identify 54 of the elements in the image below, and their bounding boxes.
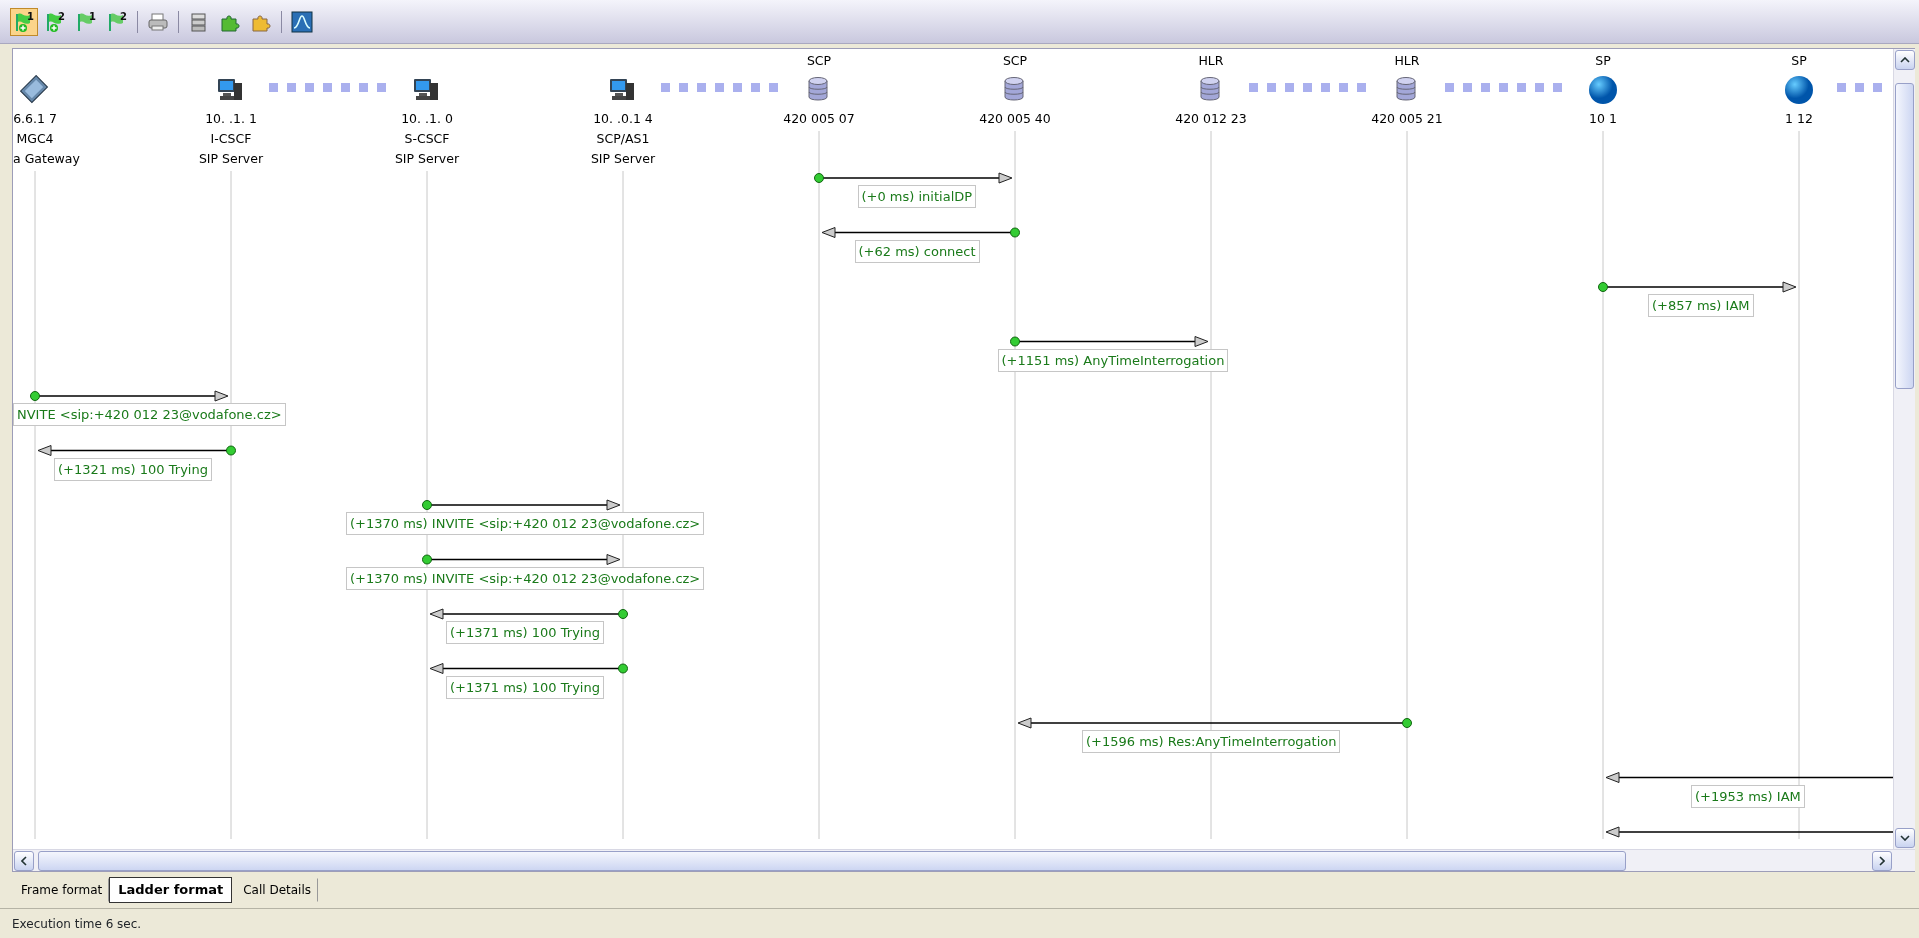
- node-name: MGC4: [16, 130, 54, 148]
- message-label: (+857 ms) IAM: [1648, 294, 1754, 317]
- message-label: (+1596 ms) Res:AnyTimeInterrogation: [1082, 730, 1341, 753]
- message-label: (+62 ms) connect: [854, 239, 980, 263]
- node-role: SIP Server: [590, 150, 656, 168]
- node-address: 420 012 23: [1175, 110, 1247, 128]
- message-label: (+1321 ms) 100 Trying: [54, 457, 212, 481]
- node-address: 10. .1. 0: [401, 110, 453, 128]
- node-address: 420 005 21: [1371, 110, 1443, 128]
- node-address: 6.6.1 7: [13, 110, 57, 128]
- message-label: (+1953 ms) IAM: [1691, 784, 1805, 808]
- status-text: Execution time 6 sec.: [12, 915, 142, 933]
- node-address: 420 005 07: [783, 110, 855, 128]
- node-role: SIP Server: [198, 150, 264, 168]
- scroll-up-button[interactable]: [1895, 50, 1915, 70]
- message-label: (+0 ms) initialDP: [857, 185, 977, 208]
- node-type-label: SCP: [1002, 52, 1028, 70]
- message-label: NVITE <sip:+420 012 23@vodafone.cz>: [13, 403, 286, 426]
- node-role: a Gateway: [13, 150, 80, 168]
- flag-button[interactable]: 1: [10, 7, 38, 36]
- chart-icon: [291, 10, 313, 33]
- view-tab[interactable]: Ladder format: [109, 877, 233, 903]
- node-type-label: SP: [1791, 52, 1807, 70]
- node-type-label: SCP: [806, 52, 832, 70]
- scroll-thumb[interactable]: [38, 850, 1626, 871]
- node-address: 10. .1. 1: [205, 110, 257, 128]
- scroll-down-button[interactable]: [1895, 828, 1915, 848]
- node-type-label: SP: [1595, 52, 1611, 70]
- vertical-scrollbar[interactable]: [1893, 49, 1915, 849]
- node-name: S-CSCF: [404, 130, 450, 148]
- scroll-left-button[interactable]: [14, 850, 34, 871]
- node-name: SCP/AS1: [596, 130, 650, 148]
- node-type-label: HLR: [1198, 52, 1224, 70]
- message-label: (+1151 ms) AnyTimeInterrogation: [997, 348, 1229, 372]
- printer-icon: [147, 10, 169, 33]
- node-role: SIP Server: [394, 150, 460, 168]
- message-label: (+1370 ms) INVITE <sip:+420 012 23@vodafone.cz>: [346, 512, 705, 535]
- view-tab[interactable]: Call Details: [236, 878, 319, 902]
- flag-button[interactable]: 2: [103, 7, 131, 36]
- node-type-label: HLR: [1394, 52, 1420, 70]
- scroll-right-button[interactable]: [1872, 850, 1892, 871]
- node-address: 1 12: [1785, 110, 1813, 128]
- message-label: (+1370 ms) INVITE <sip:+420 012 23@vodafone.cz>: [346, 566, 705, 590]
- node-name: I-CSCF: [210, 130, 252, 148]
- horizontal-scrollbar[interactable]: [13, 849, 1915, 871]
- message-label: (+1371 ms) 100 Trying: [446, 621, 604, 644]
- node-address: 10. .0.1 4: [593, 110, 653, 128]
- flag-button[interactable]: 2: [41, 7, 69, 36]
- node-address: 10 1: [1589, 110, 1617, 128]
- flag-button[interactable]: 1: [72, 7, 100, 36]
- node-address: 420 005 40: [979, 110, 1051, 128]
- message-label: (+1371 ms) 100 Trying: [446, 675, 604, 699]
- scroll-thumb[interactable]: [1895, 83, 1914, 389]
- sphere-icon: [1784, 75, 1814, 105]
